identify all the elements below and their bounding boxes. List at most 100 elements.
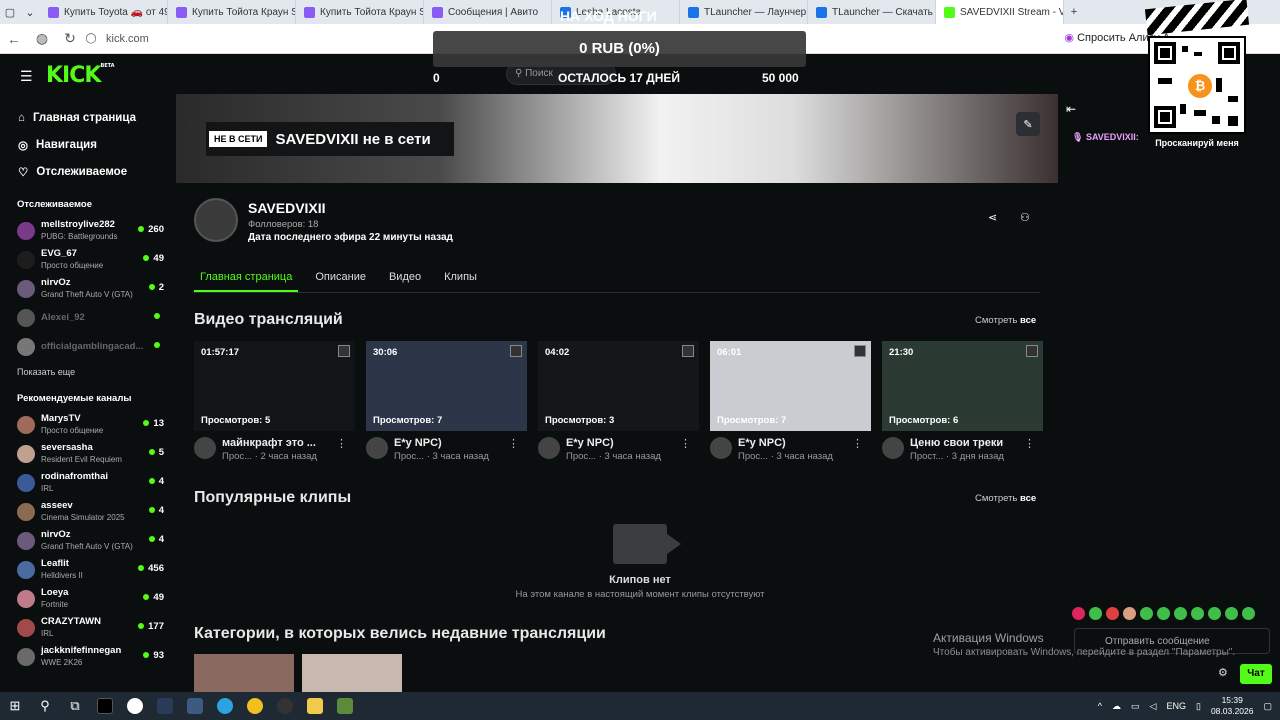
sidebar-channel-item[interactable]: nirvOz Grand Theft Auto V (GTA) 2 — [0, 274, 176, 303]
video-title[interactable]: майнкрафт это ... — [222, 437, 317, 450]
sidebar-channel-item[interactable]: rodinafromthai IRL 4 — [0, 468, 176, 497]
task-view-icon[interactable]: ⧉ — [60, 692, 90, 720]
emote-icon[interactable] — [1225, 607, 1238, 620]
sidebar-channel-item[interactable]: seversasha Resident Evil Requiem 5 — [0, 439, 176, 468]
video-card[interactable]: 30:06 Просмотров: 7 E*y NPC) Прос... · 3 ча… — [366, 341, 527, 463]
videos-see-all-link[interactable]: Смотреть все — [975, 315, 1036, 326]
collapse-chat-icon[interactable]: ⇤ — [1066, 102, 1076, 116]
select-checkbox[interactable] — [682, 345, 694, 357]
tab-1[interactable]: Описание — [309, 268, 372, 292]
language-indicator[interactable]: ENG — [1166, 701, 1186, 711]
back-arrow-icon[interactable]: ← — [0, 31, 28, 47]
show-more-link[interactable]: Показать еще — [0, 361, 176, 379]
emote-icon[interactable] — [1140, 607, 1153, 620]
yandex-browser-icon[interactable] — [120, 692, 150, 720]
tab-menu-icon[interactable]: ▢ — [0, 0, 20, 24]
video-title[interactable]: Ценю свои треки — [910, 437, 1004, 450]
url-field[interactable]: kick.com — [106, 33, 149, 45]
volume-icon[interactable]: ◁ — [1150, 701, 1157, 712]
sidebar-channel-item[interactable]: MarysTV Просто общение 13 — [0, 410, 176, 439]
emote-icon[interactable] — [1208, 607, 1221, 620]
follow-user-icon[interactable]: ⚇ — [1020, 211, 1030, 224]
emote-icon[interactable] — [1242, 607, 1255, 620]
sidebar-channel-item[interactable]: mellstroylive282 PUBG: Battlegrounds 260 — [0, 216, 176, 245]
more-options-icon[interactable]: ⋮ — [852, 437, 863, 450]
sidebar-channel-item[interactable]: nirvOz Grand Theft Auto V (GTA) 4 — [0, 526, 176, 555]
sidebar-nav-item[interactable]: ◎ Навигация — [0, 131, 176, 158]
more-options-icon[interactable]: ⋮ — [680, 437, 691, 450]
sidebar-nav-item[interactable]: ♡ Отслеживаемое — [0, 158, 176, 185]
network-icon[interactable]: ▭ — [1131, 701, 1140, 712]
taskbar-app-icon[interactable] — [90, 692, 120, 720]
sidebar-channel-item[interactable]: EVG_67 Просто общение 49 — [0, 245, 176, 274]
clips-see-all-link[interactable]: Смотреть все — [975, 493, 1036, 504]
taskbar-app-icon[interactable] — [180, 692, 210, 720]
video-thumbnail[interactable]: 01:57:17 Просмотров: 5 — [194, 341, 355, 431]
tab-list-chevron-icon[interactable]: ⌄ — [20, 0, 40, 24]
telegram-icon[interactable] — [210, 692, 240, 720]
browser-tab[interactable]: TLauncher — Лаунчер M — [680, 0, 808, 24]
emote-icon[interactable] — [1123, 607, 1136, 620]
taskbar-app-icon[interactable] — [150, 692, 180, 720]
tab-0[interactable]: Главная страница — [194, 268, 299, 292]
emote-icon[interactable] — [1106, 607, 1119, 620]
battery-icon[interactable]: ▯ — [1196, 701, 1201, 712]
category-card[interactable] — [302, 654, 402, 692]
video-title[interactable]: E*y NPC) — [566, 437, 661, 450]
video-thumbnail[interactable]: 30:06 Просмотров: 7 — [366, 341, 527, 431]
sidebar-channel-item[interactable]: officialgamblingacad... — [0, 332, 176, 361]
taskbar-app-icon[interactable] — [240, 692, 270, 720]
tray-chevron-icon[interactable]: ^ — [1098, 701, 1102, 711]
category-card[interactable] — [194, 654, 294, 692]
chat-settings-gear-icon[interactable]: ⚙ — [1218, 666, 1228, 679]
more-options-icon[interactable]: ⋮ — [508, 437, 519, 450]
clock[interactable]: 15:39 08.03.2026 — [1211, 695, 1254, 717]
sidebar-channel-item[interactable]: Alexei_92 — [0, 303, 176, 332]
emote-icon[interactable] — [1174, 607, 1187, 620]
windows-start-icon[interactable]: ⊞ — [0, 692, 30, 720]
file-explorer-icon[interactable] — [300, 692, 330, 720]
browser-tab[interactable]: Купить Toyota 🚗 от 49 — [40, 0, 168, 24]
tab-3[interactable]: Клипы — [438, 268, 483, 292]
emote-icon[interactable] — [1191, 607, 1204, 620]
share-icon[interactable]: ⋖ — [988, 211, 997, 224]
channel-avatar[interactable] — [194, 198, 238, 242]
new-tab-plus-icon[interactable]: + — [1064, 0, 1084, 24]
video-card[interactable]: 06:01 Просмотров: 7 E*y NPC) Прос... · 3 ча… — [710, 341, 871, 463]
sidebar-channel-item[interactable]: CRAZYTAWN IRL 177 — [0, 613, 176, 642]
more-options-icon[interactable]: ⋮ — [1024, 437, 1035, 450]
video-card[interactable]: 21:30 Просмотров: 6 Ценю свои треки Прост..… — [882, 341, 1043, 463]
edit-pencil-icon[interactable]: ✎ — [1016, 112, 1040, 136]
video-card[interactable]: 04:02 Просмотров: 3 E*y NPC) Прос... · 3 ча… — [538, 341, 699, 463]
select-checkbox[interactable] — [338, 345, 350, 357]
kick-logo[interactable]: KICKBETA — [46, 63, 115, 88]
browser-tab[interactable]: Купить Тойота Краун S1 — [296, 0, 424, 24]
emote-icon[interactable] — [1089, 607, 1102, 620]
sidebar-channel-item[interactable]: asseev Cinema Simulator 2025 4 — [0, 497, 176, 526]
video-thumbnail[interactable]: 04:02 Просмотров: 3 — [538, 341, 699, 431]
video-thumbnail[interactable]: 21:30 Просмотров: 6 — [882, 341, 1043, 431]
obs-icon[interactable] — [270, 692, 300, 720]
emote-icon[interactable] — [1157, 607, 1170, 620]
emote-icon[interactable] — [1072, 607, 1085, 620]
sidebar-nav-item[interactable]: ⌂ Главная страница — [0, 104, 176, 131]
video-thumbnail[interactable]: 06:01 Просмотров: 7 — [710, 341, 871, 431]
tray-cloud-icon[interactable]: ☁ — [1112, 701, 1121, 712]
taskbar-search-icon[interactable]: ⚲ — [30, 692, 60, 720]
shield-icon[interactable]: ◍ — [28, 30, 56, 47]
reload-icon[interactable]: ↻ — [56, 30, 84, 47]
more-options-icon[interactable]: ⋮ — [336, 437, 347, 450]
minecraft-icon[interactable] — [330, 692, 360, 720]
browser-tab[interactable]: TLauncher — Скачать ла — [808, 0, 936, 24]
video-card[interactable]: 01:57:17 Просмотров: 5 майнкрафт это ... Пр… — [194, 341, 355, 463]
sidebar-channel-item[interactable]: jackknifefinnegan WWE 2K26 93 — [0, 642, 176, 671]
video-title[interactable]: E*y NPC) — [738, 437, 833, 450]
menu-hamburger-icon[interactable]: ☰ — [20, 68, 33, 85]
select-checkbox[interactable] — [1026, 345, 1038, 357]
select-checkbox[interactable] — [510, 345, 522, 357]
select-checkbox[interactable] — [854, 345, 866, 357]
notifications-icon[interactable]: ▢ — [1263, 701, 1272, 712]
video-title[interactable]: E*y NPC) — [394, 437, 489, 450]
sidebar-channel-item[interactable]: Leaflit Helldivers II 456 — [0, 555, 176, 584]
tab-2[interactable]: Видео — [383, 268, 427, 292]
